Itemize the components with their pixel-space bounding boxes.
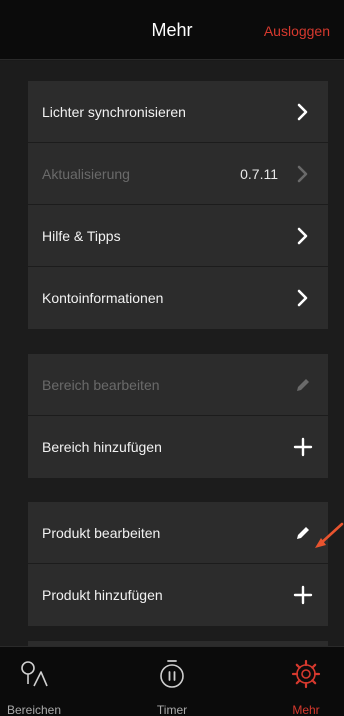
chevron-right-icon xyxy=(292,101,314,123)
tab-mehr[interactable]: Mehr xyxy=(266,647,344,716)
settings-group-products: Produkt bearbeiten Produkt hinzufügen xyxy=(28,502,328,626)
tab-timer[interactable]: Timer xyxy=(132,647,212,716)
chevron-right-icon xyxy=(292,163,314,185)
edit-product-row[interactable]: Produkt bearbeiten xyxy=(28,502,328,564)
row-label: Bereich bearbeiten xyxy=(42,376,160,393)
row-label: Lichter synchronisieren xyxy=(42,103,186,120)
logout-button[interactable]: Ausloggen xyxy=(264,23,330,39)
row-label: Aktualisierung xyxy=(42,165,130,182)
version-value: 0.7.11 xyxy=(240,165,278,182)
row-label: Bereich hinzufügen xyxy=(42,439,162,455)
annotation-arrow-icon xyxy=(315,522,344,548)
tab-label: Timer xyxy=(156,703,188,716)
add-product-row[interactable]: Produkt hinzufügen xyxy=(28,564,328,626)
plus-icon xyxy=(292,436,314,458)
timer-icon xyxy=(157,659,187,689)
sync-lights-row[interactable]: Lichter synchronisieren xyxy=(28,81,328,143)
settings-group-general: Lichter synchronisieren Aktualisierung 0… xyxy=(28,81,328,329)
plus-icon xyxy=(292,584,314,606)
account-info-row[interactable]: Kontoinformationen xyxy=(28,267,328,329)
tab-label: Mehr xyxy=(292,703,320,716)
tab-bereichen[interactable]: Bereichen xyxy=(0,647,74,716)
settings-group-areas: Bereich bearbeiten Bereich hinzufügen xyxy=(28,354,328,478)
chevron-right-icon xyxy=(292,225,314,247)
tab-label: Bereichen xyxy=(6,703,62,716)
pencil-icon xyxy=(292,374,314,396)
row-label: Produkt bearbeiten xyxy=(42,524,161,541)
gear-icon xyxy=(291,659,321,689)
top-bar: Mehr Ausloggen xyxy=(0,0,344,60)
edit-area-row[interactable]: Bereich bearbeiten xyxy=(28,354,328,416)
settings-list: Lichter synchronisieren Aktualisierung 0… xyxy=(0,61,344,646)
help-tips-row[interactable]: Hilfe & Tipps xyxy=(28,205,328,267)
bottom-tab-bar: Bereichen Timer Mehr xyxy=(0,646,344,716)
update-row[interactable]: Aktualisierung 0.7.11 xyxy=(28,143,328,205)
row-label: Kontoinformationen xyxy=(42,290,164,306)
row-label: Produkt hinzufügen xyxy=(42,587,163,603)
chevron-right-icon xyxy=(292,287,314,309)
pencil-icon xyxy=(292,522,314,544)
room-pin-icon xyxy=(19,659,49,689)
add-area-row[interactable]: Bereich hinzufügen xyxy=(28,416,328,478)
row-label: Hilfe & Tipps xyxy=(42,227,121,244)
